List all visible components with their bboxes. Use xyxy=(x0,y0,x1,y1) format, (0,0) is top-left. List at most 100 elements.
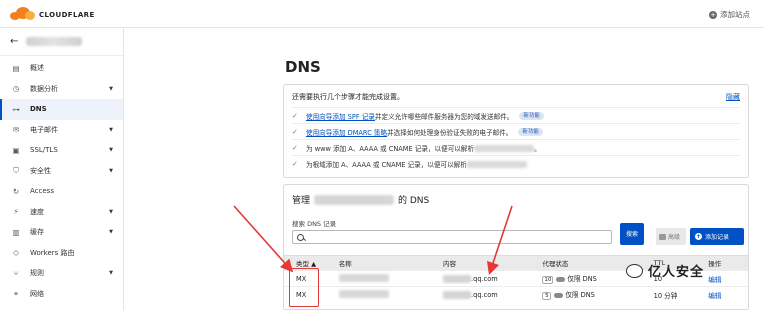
lightning-icon: ⚡ xyxy=(13,207,19,217)
redacted-domain xyxy=(474,145,535,152)
sidebar-item-rules[interactable]: ⑂ 规则 ▼ xyxy=(0,263,123,284)
chevron-down-icon: ▼ xyxy=(109,270,113,277)
cloud-logo-icon xyxy=(10,6,36,20)
sidebar-item-dns[interactable]: ⊶ DNS xyxy=(0,99,123,120)
record-name xyxy=(338,273,443,284)
setup-steps-card: 还需要执行几个步骤才能完成设置。 隐藏 ✓ 使用向导添加 SPF 记录并定义允许… xyxy=(283,84,749,178)
edit-button[interactable]: 编辑 xyxy=(708,290,748,300)
priority-badge: 5 xyxy=(542,292,552,300)
rules-icon: ⑂ xyxy=(13,268,19,278)
sidebar-item-workers-routes[interactable]: ◇ Workers 路由 xyxy=(0,243,123,264)
step-text: 为根域添加 A、AAAA 或 CNAME 记录，以便可以解析 xyxy=(306,160,467,169)
search-input[interactable] xyxy=(292,230,612,244)
storage-icon: ▥ xyxy=(12,227,20,237)
step-text: 为 www 添加 A、AAAA 或 CNAME 记录，以便可以解析 xyxy=(306,144,475,153)
page-title: DNS xyxy=(285,58,321,76)
chevron-down-icon: ▼ xyxy=(109,126,113,133)
sidebar: ← ▤ 概述 ◷ 数据分析 ▼ ⊶ DNS ✉ 电子邮件 ▼ ▣ SSL/TLS… xyxy=(0,28,124,310)
access-icon: ↻ xyxy=(12,186,20,196)
sidebar-item-speed[interactable]: ⚡ 速度 ▼ xyxy=(0,202,123,223)
location-icon: ⌖ xyxy=(13,288,19,298)
search-label: 搜索 DNS 记录 xyxy=(292,220,337,228)
annotation-highlight-box xyxy=(289,268,319,307)
top-bar: CLOUDFLARE + 添加站点 xyxy=(0,0,764,28)
redacted-content xyxy=(443,274,472,283)
check-icon: ✓ xyxy=(292,143,298,152)
check-icon: ✓ xyxy=(292,159,298,168)
new-feature-badge: 新功能 xyxy=(518,127,543,136)
table-row: MX .qq.com 5 仅限 DNS 10 分钟 编辑 xyxy=(284,286,748,302)
clock-icon: ◷ xyxy=(12,84,20,94)
sidebar-item-caching[interactable]: ▥ 缓存 ▼ xyxy=(0,222,123,243)
priority-badge: 10 xyxy=(542,276,554,284)
dmarc-wizard-link[interactable]: 使用向导添加 DMARC 策略 xyxy=(306,129,387,137)
sidebar-item-label: 网络 xyxy=(30,289,44,298)
plus-circle-icon: + xyxy=(695,233,702,240)
sidebar-item-analytics[interactable]: ◷ 数据分析 ▼ xyxy=(0,79,123,100)
workers-icon: ◇ xyxy=(13,248,19,258)
sidebar-item-label: SSL/TLS xyxy=(30,146,58,155)
back-row[interactable]: ← xyxy=(0,28,123,56)
col-name: 名称 xyxy=(338,260,352,268)
wechat-icon xyxy=(626,263,643,278)
back-arrow-icon[interactable]: ← xyxy=(10,36,18,47)
sidebar-item-email[interactable]: ✉ 电子邮件 ▼ xyxy=(0,120,123,141)
setup-steps-list: ✓ 使用向导添加 SPF 记录并定义允许哪些邮件服务器为您的域发送邮件。 新功能… xyxy=(292,107,740,171)
new-feature-badge: 新功能 xyxy=(519,111,544,120)
sidebar-item-label: 规则 xyxy=(30,269,44,278)
chevron-down-icon: ▼ xyxy=(109,208,113,215)
record-content: .qq.com xyxy=(443,290,542,299)
col-content: 内容 xyxy=(443,260,457,268)
logo-text: CLOUDFLARE xyxy=(39,11,95,19)
search-button[interactable]: 搜索 xyxy=(620,223,644,245)
dns-records-card: 管理 的 DNS 搜索 DNS 记录 搜索 高级 + 添加记录 类型 ▲ 名称 … xyxy=(283,184,749,310)
sidebar-item-ssl[interactable]: ▣ SSL/TLS ▼ xyxy=(0,140,123,161)
setup-step: ✓ 为 www 添加 A、AAAA 或 CNAME 记录，以便可以解析 。 xyxy=(292,139,740,155)
step-text: 并选择如何处理身份验证失败的电子邮件。 xyxy=(387,128,513,137)
add-site-button[interactable]: + 添加站点 xyxy=(709,9,750,20)
watermark: 亿人安全 xyxy=(626,261,704,280)
dismiss-link[interactable]: 隐藏 xyxy=(726,92,740,102)
chevron-down-icon: ▼ xyxy=(109,167,113,174)
advanced-button[interactable]: 高级 xyxy=(656,228,686,245)
setup-step: ✓ 为根域添加 A、AAAA 或 CNAME 记录，以便可以解析 xyxy=(292,155,740,171)
sidebar-item-label: 数据分析 xyxy=(30,84,58,93)
sidebar-item-security[interactable]: ⛉ 安全性 ▼ xyxy=(0,161,123,182)
cloudflare-logo[interactable]: CLOUDFLARE xyxy=(10,6,95,20)
redacted-domain xyxy=(314,194,395,205)
add-record-button[interactable]: + 添加记录 xyxy=(690,228,744,245)
sidebar-item-label: 电子邮件 xyxy=(30,125,58,134)
redacted-domain xyxy=(466,161,527,168)
chevron-down-icon: ▼ xyxy=(109,85,113,92)
record-proxy: 5 仅限 DNS xyxy=(542,289,653,300)
record-ttl: 10 分钟 xyxy=(653,291,678,300)
sidebar-item-access[interactable]: ↻ Access xyxy=(0,181,123,202)
document-icon: ▤ xyxy=(12,63,20,73)
step-text: 并定义允许哪些邮件服务器为您的域发送邮件。 xyxy=(374,112,514,121)
redacted-content xyxy=(443,290,472,299)
email-icon: ✉ xyxy=(12,125,20,135)
sidebar-item-network[interactable]: ⌖ 网络 xyxy=(0,284,123,305)
redacted-name xyxy=(338,273,389,282)
grey-cloud-icon xyxy=(554,292,564,298)
grey-cloud-icon xyxy=(556,276,566,282)
chevron-down-icon: ▼ xyxy=(109,229,113,236)
sidebar-item-label: 缓存 xyxy=(30,228,44,237)
sidebar-item-label: Workers 路由 xyxy=(30,248,75,257)
add-site-label: 添加站点 xyxy=(720,10,750,19)
filter-icon xyxy=(659,233,666,240)
setup-step: ✓ 使用向导添加 DMARC 策略并选择如何处理身份验证失败的电子邮件。 新功能 xyxy=(292,123,740,139)
sidebar-nav: ▤ 概述 ◷ 数据分析 ▼ ⊶ DNS ✉ 电子邮件 ▼ ▣ SSL/TLS ▼… xyxy=(0,56,123,304)
chevron-down-icon: ▼ xyxy=(109,147,113,154)
col-type[interactable]: 类型 ▲ xyxy=(284,258,339,268)
setup-heading: 还需要执行几个步骤才能完成设置。 xyxy=(292,93,404,101)
sidebar-item-label: 概述 xyxy=(30,64,44,73)
spf-wizard-link[interactable]: 使用向导添加 SPF 记录 xyxy=(306,113,375,121)
manage-dns-title: 管理 的 DNS xyxy=(292,194,430,206)
col-actions: 操作 xyxy=(708,260,722,268)
sidebar-item-label: Access xyxy=(30,187,54,196)
plus-circle-icon: + xyxy=(709,10,717,19)
edit-button[interactable]: 编辑 xyxy=(708,274,748,284)
check-icon: ✓ xyxy=(292,111,298,120)
sidebar-item-overview[interactable]: ▤ 概述 xyxy=(0,58,123,79)
